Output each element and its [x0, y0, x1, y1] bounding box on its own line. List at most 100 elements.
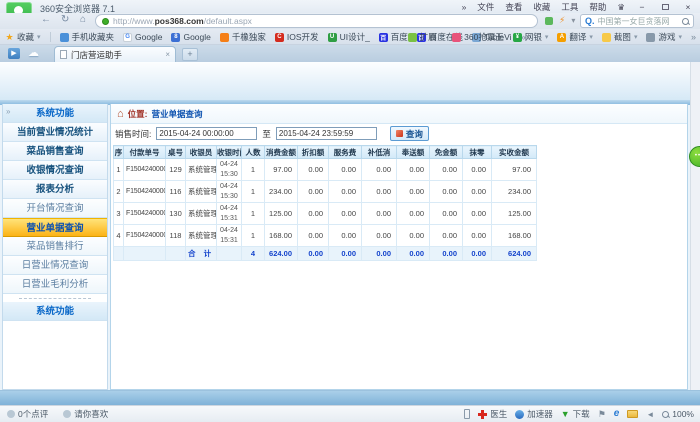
- bookmark-UI设计_[interactable]: UUI设计_: [328, 31, 370, 43]
- sidebar-item-菜品销售排行[interactable]: 菜品销售排行: [3, 237, 107, 256]
- cell: 系统管理员: [186, 181, 217, 203]
- new-tab-button[interactable]: +: [182, 48, 198, 61]
- url-bar[interactable]: http://www.pos368.com/default.aspx: [95, 14, 538, 28]
- search-input[interactable]: 中国第一女巨贪落网: [598, 16, 679, 27]
- cell: 168.00: [492, 225, 537, 247]
- sidebar-item-营业单据查询[interactable]: 营业单据查询: [3, 218, 107, 237]
- menu-favorites[interactable]: 收藏: [533, 1, 550, 13]
- query-icon: [396, 130, 403, 137]
- sidebar-item-日营业毛利分析[interactable]: 日营业毛利分析: [3, 275, 107, 294]
- session-restore-icon[interactable]: ▶: [8, 48, 20, 59]
- cell: 1: [242, 225, 265, 247]
- baidu-icon: 百: [379, 33, 388, 42]
- bookmark-千橡独家[interactable]: 千橡独家: [220, 31, 266, 43]
- bookmark-百度[interactable]: 百百度: [379, 31, 408, 43]
- menu-tools[interactable]: 工具: [561, 1, 578, 13]
- vip-crown-icon[interactable]: ♛: [617, 2, 625, 13]
- menu-file[interactable]: 文件: [477, 1, 494, 13]
- table-row[interactable]: 4F15042400005118系统管理员04-2415:311168.000.…: [114, 225, 537, 247]
- ie-mode-icon[interactable]: e: [614, 409, 620, 419]
- reviews-status[interactable]: 0个点评: [7, 408, 48, 420]
- tool-360抢票王[interactable]: 360抢票王: [452, 31, 504, 43]
- table-row[interactable]: 2F15042400001116系统管理员04-2415:301234.000.…: [114, 181, 537, 203]
- zoom-control[interactable]: 100%: [662, 409, 694, 419]
- cell: 97.00: [492, 159, 537, 181]
- search-box[interactable]: Q. 中国第一女巨贪落网: [580, 14, 694, 28]
- active-tab[interactable]: 门店营运助手 ×: [54, 46, 176, 62]
- tool-扩展[interactable]: 扩展▾: [408, 31, 444, 43]
- speaker-icon[interactable]: ◄: [646, 410, 654, 419]
- download-button[interactable]: ▼ 下载: [561, 408, 590, 420]
- sidebar-item-系统功能[interactable]: 系统功能: [3, 104, 107, 123]
- lightning-icon[interactable]: ⚡: [559, 15, 565, 26]
- cell: 0.00: [430, 159, 463, 181]
- sidebar-item-系统功能[interactable]: 系统功能: [3, 302, 107, 321]
- menu-help[interactable]: 帮助: [589, 1, 606, 13]
- sidebar-item-当前营业情况统计[interactable]: 当前营业情况统计: [3, 123, 107, 142]
- like-status[interactable]: 请你喜欢: [63, 408, 108, 420]
- date-from-input[interactable]: [156, 127, 257, 140]
- search-icon[interactable]: [682, 18, 689, 25]
- cell: 0.00: [298, 225, 329, 247]
- sidebar-item-菜品销售查询[interactable]: 菜品销售查询: [3, 142, 107, 161]
- bills-table: 序付款单号桌号收银员收银时间人数消费金额折扣额服务费补低消奉送额免金额抹零实收金…: [113, 145, 537, 261]
- cell: 0.00: [329, 225, 362, 247]
- sidebar-item-收银情况查询[interactable]: 收银情况查询: [3, 161, 107, 180]
- bookmark-Google[interactable]: GGoogle: [123, 32, 162, 42]
- mode-chevron-icon[interactable]: ▾: [571, 16, 575, 25]
- sidebar-item-报表分析[interactable]: 报表分析: [3, 180, 107, 199]
- sale-time-label: 销售时间:: [115, 128, 151, 140]
- table-row[interactable]: 1F15042400003129系统管理员04-2415:30197.000.0…: [114, 159, 537, 181]
- cell: 0.00: [397, 225, 430, 247]
- cell: 234.00: [492, 181, 537, 203]
- tool-翻译[interactable]: A翻译▾: [557, 31, 593, 43]
- restore-button[interactable]: [659, 2, 671, 12]
- sidebar-collapse-icon[interactable]: »: [6, 107, 10, 116]
- mobile-icon[interactable]: [464, 409, 470, 419]
- table-row[interactable]: 3F15042400004130系统管理员04-2415:311125.000.…: [114, 203, 537, 225]
- total-cell: 0.00: [298, 247, 329, 261]
- total-cell: 0.00: [397, 247, 430, 261]
- cell: 0.00: [463, 159, 492, 181]
- home-icon[interactable]: ⌂: [80, 14, 86, 25]
- folder-icon[interactable]: [627, 410, 638, 418]
- tool-网银[interactable]: ¥网银▾: [513, 31, 549, 43]
- cell: 125.00: [265, 203, 298, 225]
- browser-window: 360安全浏览器 7.1 » 文件 查看 收藏 工具 帮助 ♛ − × ← ↻ …: [0, 0, 700, 422]
- sidebar-menu: » 系统功能当前营业情况统计菜品销售查询收银情况查询报表分析开台情况查询营业单据…: [2, 104, 108, 390]
- sidebar-item-日营业情况查询[interactable]: 日营业情况查询: [3, 256, 107, 275]
- booster-button[interactable]: 加速器: [515, 408, 553, 420]
- bookmark-收藏[interactable]: ★收藏▾: [5, 31, 41, 43]
- cell: 0.00: [362, 225, 397, 247]
- cell: 0.00: [298, 181, 329, 203]
- cloud-sync-icon[interactable]: ☁: [28, 46, 39, 59]
- date-to-input[interactable]: [276, 127, 377, 140]
- bookmark-手机收藏夹[interactable]: 手机收藏夹: [60, 31, 115, 43]
- blocks-icon: [408, 33, 417, 42]
- close-button[interactable]: ×: [682, 2, 694, 12]
- speed-mode-icon[interactable]: [545, 17, 553, 25]
- tool-游戏[interactable]: 游戏▾: [646, 31, 682, 43]
- sidebar-item-开台情况查询[interactable]: 开台情况查询: [3, 199, 107, 218]
- minimize-button[interactable]: −: [636, 2, 648, 12]
- tab-close-icon[interactable]: ×: [165, 50, 170, 59]
- table-header-row: 序付款单号桌号收银员收银时间人数消费金额折扣额服务费补低消奉送额免金额抹零实收金…: [114, 146, 537, 159]
- site-status-icon: [102, 18, 109, 25]
- menu-more-icon[interactable]: »: [462, 2, 467, 12]
- menu-view[interactable]: 查看: [505, 1, 522, 13]
- tool-截图[interactable]: 截图▾: [602, 31, 638, 43]
- flag-icon[interactable]: ⚑: [598, 409, 606, 420]
- tools-overflow-icon[interactable]: »: [691, 32, 696, 42]
- column-header-桌号: 桌号: [166, 146, 186, 159]
- filter-bar: 销售时间: 至 查询: [111, 124, 687, 143]
- scrollbar-track[interactable]: [690, 62, 700, 405]
- back-icon[interactable]: ←: [41, 14, 51, 25]
- cell: 0.00: [397, 203, 430, 225]
- refresh-icon[interactable]: ↻: [61, 14, 69, 25]
- cell: 04-2415:31: [217, 225, 242, 247]
- query-button[interactable]: 查询: [390, 126, 429, 141]
- bookmark-Google[interactable]: 8Google: [171, 32, 210, 42]
- doctor-button[interactable]: 医生: [478, 408, 507, 420]
- bookmark-IOS开发[interactable]: CIOS开发: [275, 31, 319, 43]
- cell: 系统管理员: [186, 159, 217, 181]
